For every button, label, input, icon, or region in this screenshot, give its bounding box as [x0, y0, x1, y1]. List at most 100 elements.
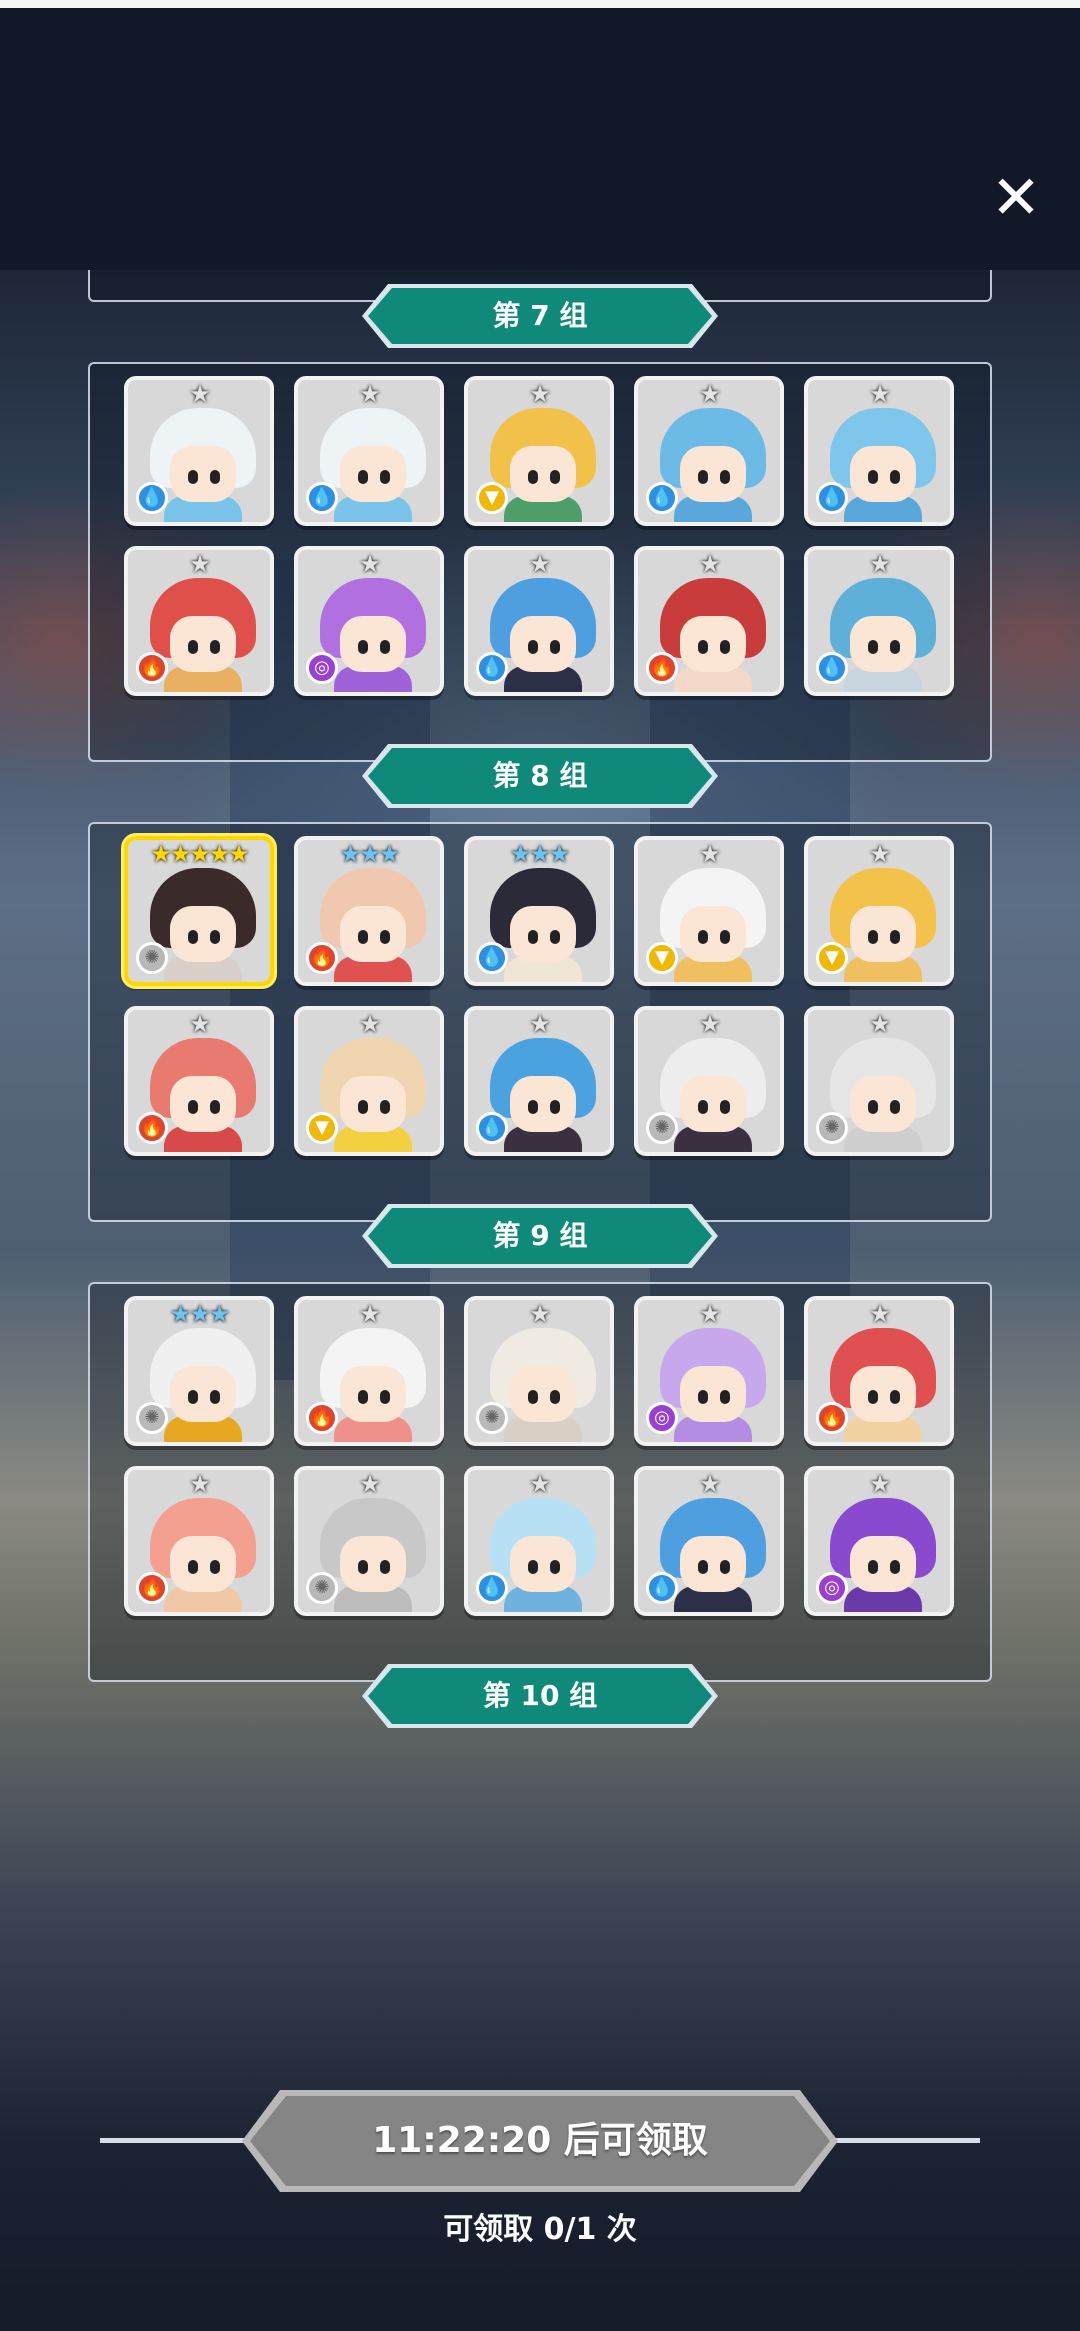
character-portrait: [150, 1328, 256, 1442]
character-portrait: [660, 1328, 766, 1442]
portrait-eye: [380, 1560, 390, 1574]
character-card[interactable]: ★★★ 💧: [464, 836, 614, 986]
portrait-face: [510, 616, 576, 672]
group-label-ribbon: 第 8 组: [360, 742, 720, 810]
close-button[interactable]: ✕: [988, 168, 1044, 228]
character-card[interactable]: ★ 💧: [464, 1006, 614, 1156]
character-portrait: [150, 578, 256, 692]
claim-line-right: [820, 2138, 980, 2143]
water-element-icon: 💧: [646, 1572, 678, 1604]
star-rating: ★: [699, 1010, 721, 1038]
character-card[interactable]: ★ 💧: [464, 546, 614, 696]
portrait-eye: [720, 1100, 730, 1114]
character-card[interactable]: ★ 🔥: [804, 1296, 954, 1446]
star-rating: ★: [359, 1470, 381, 1498]
star-rating: ★★★★★: [150, 840, 250, 868]
water-element-icon: 💧: [306, 482, 338, 514]
group-list[interactable]: ★★★💧★★★🔥★★★💧★★★💧★🔥★🔥★💧★▼★▼★💧第 7 组★💧★💧★▼★…: [0, 270, 1080, 2040]
portrait-eye: [188, 1100, 198, 1114]
character-card[interactable]: ★ ▼: [634, 836, 784, 986]
character-card[interactable]: ★ 💧: [634, 1466, 784, 1616]
character-portrait: [150, 1498, 256, 1612]
portrait-face: [340, 1076, 406, 1132]
star-rating: ★: [699, 1470, 721, 1498]
star-rating: ★: [869, 380, 891, 408]
character-card[interactable]: ★ 🔥: [634, 546, 784, 696]
portrait-eye: [890, 930, 900, 944]
portrait-face: [510, 1536, 576, 1592]
star-rating: ★: [869, 1300, 891, 1328]
portrait-eye: [210, 1560, 220, 1574]
portrait-eye: [720, 1390, 730, 1404]
character-portrait: [830, 1328, 936, 1442]
character-portrait: [490, 1328, 596, 1442]
portrait-eye: [720, 1560, 730, 1574]
character-card[interactable]: ★ 🔥: [124, 546, 274, 696]
portrait-face: [850, 906, 916, 962]
group-label-ribbon: 第 7 组: [360, 282, 720, 350]
holy-element-icon: ✺: [816, 1112, 848, 1144]
holy-element-icon: ✺: [136, 942, 168, 974]
character-card[interactable]: ★★★ ✺: [124, 1296, 274, 1446]
character-card[interactable]: ★ 💧: [294, 376, 444, 526]
holy-element-icon: ✺: [646, 1112, 678, 1144]
character-card[interactable]: ★ 💧: [634, 376, 784, 526]
group-label: 第 9 组: [492, 1219, 588, 1252]
light-element-icon: ▼: [476, 482, 508, 514]
character-card[interactable]: ★ ▼: [804, 836, 954, 986]
portrait-face: [340, 1366, 406, 1422]
character-card[interactable]: ★ 💧: [804, 546, 954, 696]
close-icon: ✕: [990, 163, 1042, 233]
claim-line-left: [100, 2138, 260, 2143]
star-rating: ★: [869, 1010, 891, 1038]
character-card[interactable]: ★★★ 🔥: [294, 836, 444, 986]
top-bar: [0, 0, 1080, 270]
character-card[interactable]: ★ 💧: [124, 376, 274, 526]
character-card[interactable]: ★ ✺: [804, 1006, 954, 1156]
portrait-eye: [698, 470, 708, 484]
claim-button[interactable]: 11:22:20 后可领取: [240, 2088, 840, 2194]
character-card[interactable]: ★ 🔥: [294, 1296, 444, 1446]
character-card[interactable]: ★ ◎: [634, 1296, 784, 1446]
portrait-face: [340, 616, 406, 672]
character-card[interactable]: ★ ✺: [294, 1466, 444, 1616]
star-rating: ★: [869, 550, 891, 578]
portrait-eye: [720, 930, 730, 944]
character-card[interactable]: ★ ✺: [634, 1006, 784, 1156]
group-label-ribbon: 第 9 组: [360, 1202, 720, 1270]
character-card[interactable]: ★ ✺: [464, 1296, 614, 1446]
group-panel: ★★★💧★★★🔥★★★💧★★★💧★🔥★🔥★💧★▼★▼★💧第 7 组: [88, 270, 992, 348]
portrait-eye: [380, 1100, 390, 1114]
character-card[interactable]: ★ ▼: [464, 376, 614, 526]
portrait-eye: [550, 1100, 560, 1114]
fire-element-icon: 🔥: [306, 942, 338, 974]
portrait-eye: [528, 930, 538, 944]
character-card[interactable]: ★ ▼: [294, 1006, 444, 1156]
character-card[interactable]: ★ ◎: [294, 546, 444, 696]
portrait-eye: [868, 1560, 878, 1574]
portrait-eye: [188, 1560, 198, 1574]
character-card[interactable]: ★★★★★ ✺: [124, 836, 274, 986]
portrait-face: [680, 1536, 746, 1592]
dark-element-icon: ◎: [306, 652, 338, 684]
portrait-eye: [188, 470, 198, 484]
portrait-face: [510, 1366, 576, 1422]
holy-element-icon: ✺: [306, 1572, 338, 1604]
star-rating: ★: [699, 550, 721, 578]
portrait-eye: [698, 1560, 708, 1574]
portrait-eye: [550, 930, 560, 944]
portrait-eye: [720, 470, 730, 484]
character-card[interactable]: ★ 🔥: [124, 1006, 274, 1156]
dark-element-icon: ◎: [816, 1572, 848, 1604]
character-card[interactable]: ★ ◎: [804, 1466, 954, 1616]
star-rating: ★: [189, 1470, 211, 1498]
portrait-face: [510, 446, 576, 502]
character-card[interactable]: ★ 💧: [464, 1466, 614, 1616]
portrait-eye: [698, 930, 708, 944]
group-panel: ★★★ ✺ ★ 🔥 ★ ✺ ★ ◎ ★ 🔥 ★ 🔥 ★ ✺ ★ 💧 ★ 💧 ★ ◎ 第 10 组: [88, 1282, 992, 1728]
group-label: 第 7 组: [492, 299, 588, 332]
character-card[interactable]: ★ 💧: [804, 376, 954, 526]
portrait-eye: [380, 1390, 390, 1404]
character-card[interactable]: ★ 🔥: [124, 1466, 274, 1616]
star-rating: ★: [529, 1470, 551, 1498]
